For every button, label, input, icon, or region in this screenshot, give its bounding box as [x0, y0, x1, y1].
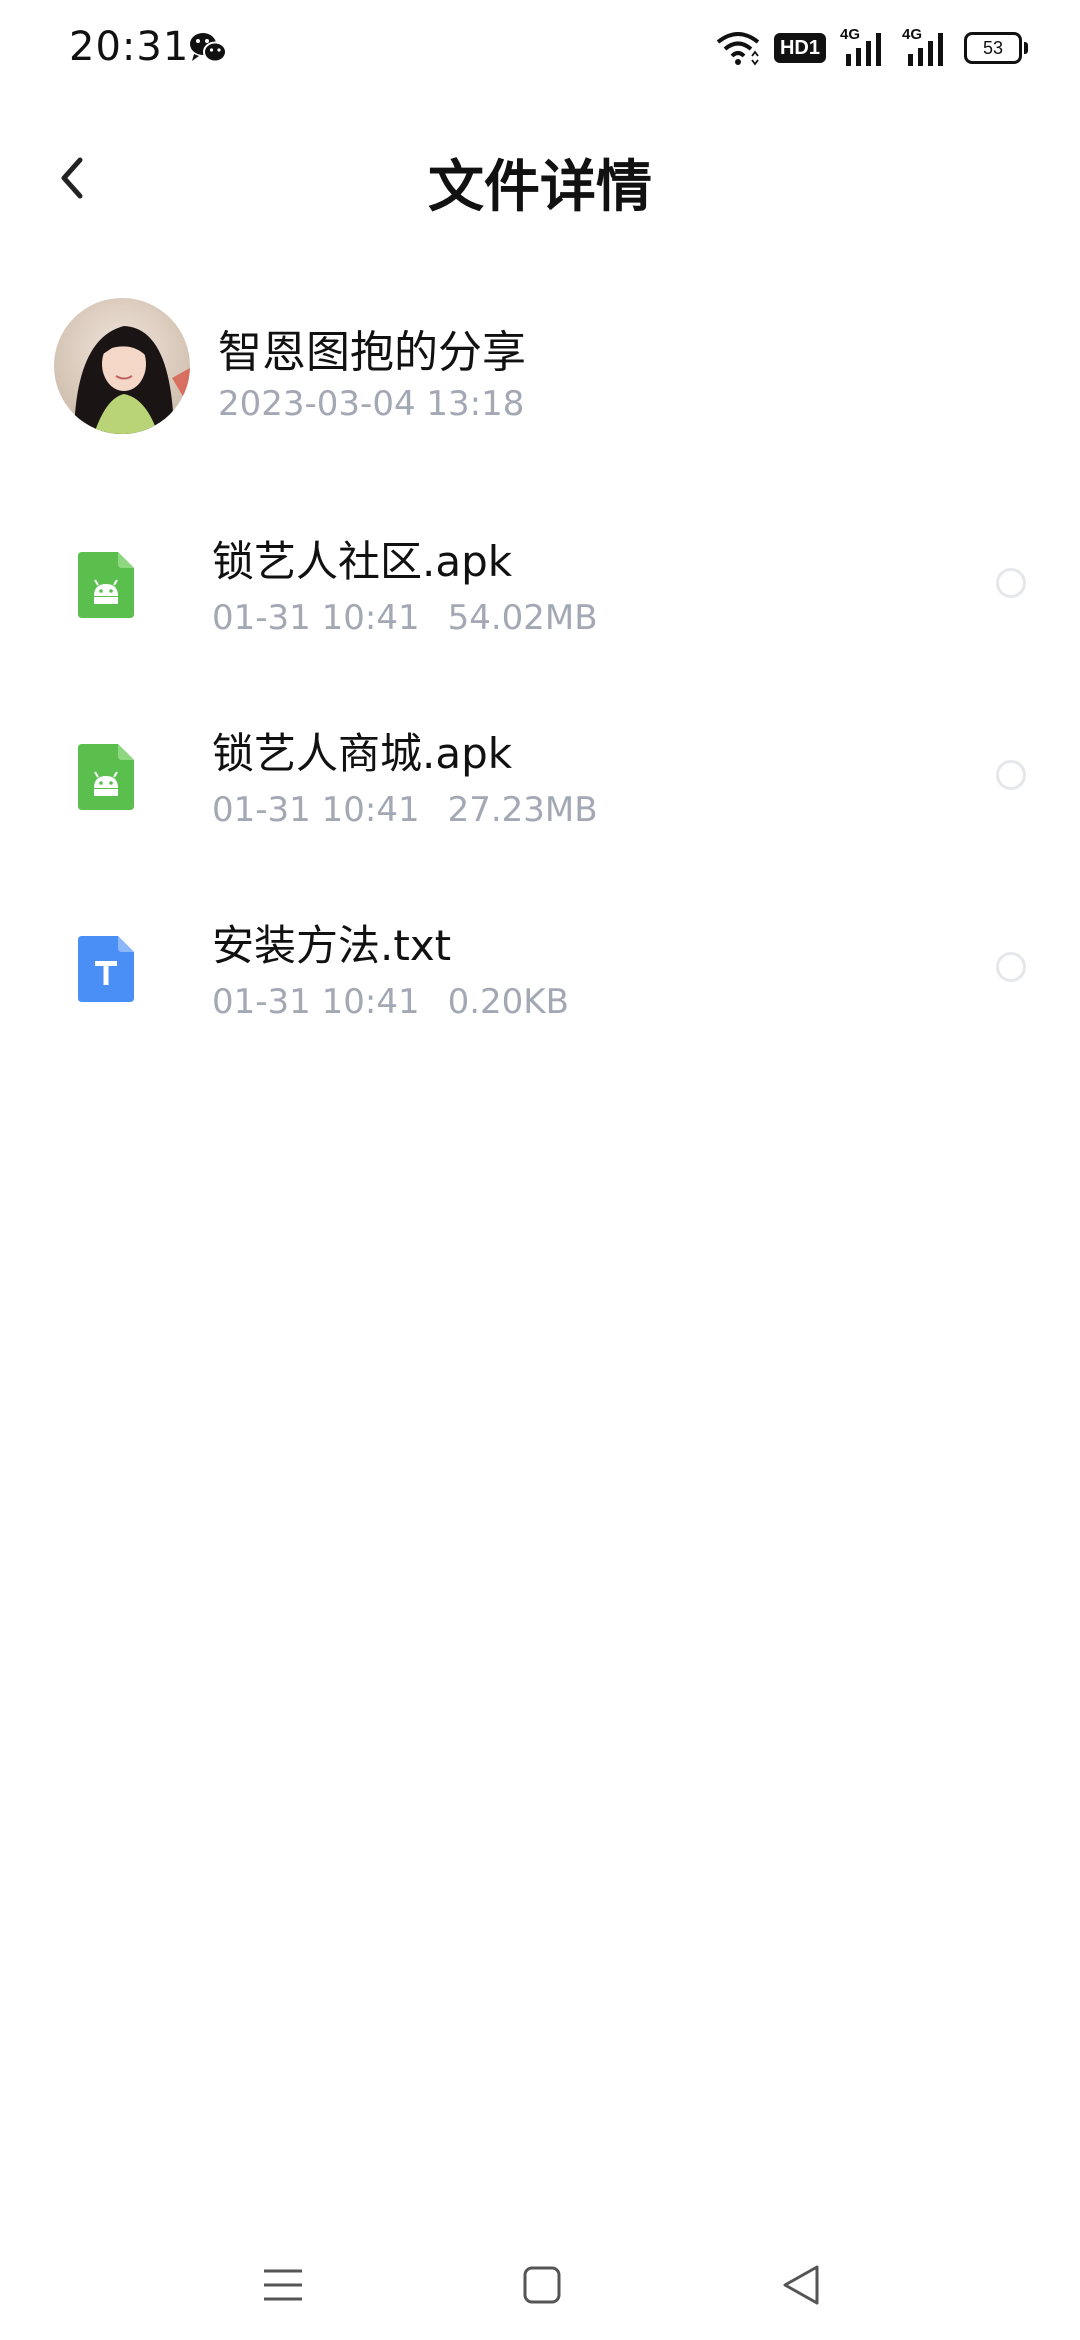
page-title: 文件详情 [428, 155, 652, 220]
status-bar: 20:31 HD1 4G 4G 53 [0, 0, 1080, 96]
signal-icon: 4G [902, 26, 950, 68]
avatar[interactable] [54, 298, 190, 434]
wifi-icon [716, 32, 760, 66]
back-nav-button[interactable] [756, 2250, 846, 2320]
text-file-icon [78, 936, 134, 1002]
file-meta: 01-31 10:41 54.02MB [212, 598, 598, 638]
file-meta: 01-31 10:41 27.23MB [212, 790, 598, 830]
sender-name: 智恩图抱的分享 [218, 327, 526, 378]
home-button[interactable] [497, 2250, 587, 2320]
file-size: 0.20KB [447, 982, 569, 1022]
file-name: 锁艺人社区.apk [212, 537, 513, 586]
select-radio[interactable] [996, 760, 1026, 790]
file-name: 安装方法.txt [212, 921, 452, 970]
wechat-icon [190, 33, 227, 63]
file-name: 锁艺人商城.apk [212, 729, 513, 778]
file-item[interactable]: 锁艺人社区.apk 01-31 10:41 54.02MB [0, 500, 1080, 692]
file-size: 27.23MB [447, 790, 598, 830]
menu-icon [264, 2269, 302, 2301]
file-date: 01-31 10:41 [212, 982, 420, 1022]
menu-button[interactable] [238, 2250, 328, 2320]
file-details-screen: 20:31 HD1 4G 4G 53 文件详情 智恩图抱的分享 2023-03-… [0, 0, 1080, 2340]
system-nav-bar [0, 2250, 1080, 2340]
select-radio[interactable] [996, 568, 1026, 598]
status-time: 20:31 [69, 24, 190, 70]
sender-row: 智恩图抱的分享 2023-03-04 13:18 [54, 296, 1034, 436]
file-date: 01-31 10:41 [212, 598, 420, 638]
file-size: 54.02MB [447, 598, 598, 638]
file-list: 锁艺人社区.apk 01-31 10:41 54.02MB 锁艺人商城.apk 0… [0, 500, 1080, 1076]
select-radio[interactable] [996, 952, 1026, 982]
sender-timestamp: 2023-03-04 13:18 [218, 384, 525, 424]
status-icons: HD1 4G 4G 53 [716, 26, 1028, 70]
file-item[interactable]: 安装方法.txt 01-31 10:41 0.20KB [0, 884, 1080, 1076]
file-date: 01-31 10:41 [212, 790, 420, 830]
signal-icon: 4G [840, 26, 888, 68]
android-apk-icon [78, 552, 134, 618]
android-apk-icon [78, 744, 134, 810]
file-item[interactable]: 锁艺人商城.apk 01-31 10:41 27.23MB [0, 692, 1080, 884]
battery-icon: 53 [964, 32, 1028, 64]
file-meta: 01-31 10:41 0.20KB [212, 982, 569, 1022]
back-triangle-icon [783, 2265, 819, 2305]
hd-icon: HD1 [773, 33, 826, 63]
header-bar: 文件详情 [0, 120, 1080, 240]
home-icon [523, 2266, 561, 2304]
